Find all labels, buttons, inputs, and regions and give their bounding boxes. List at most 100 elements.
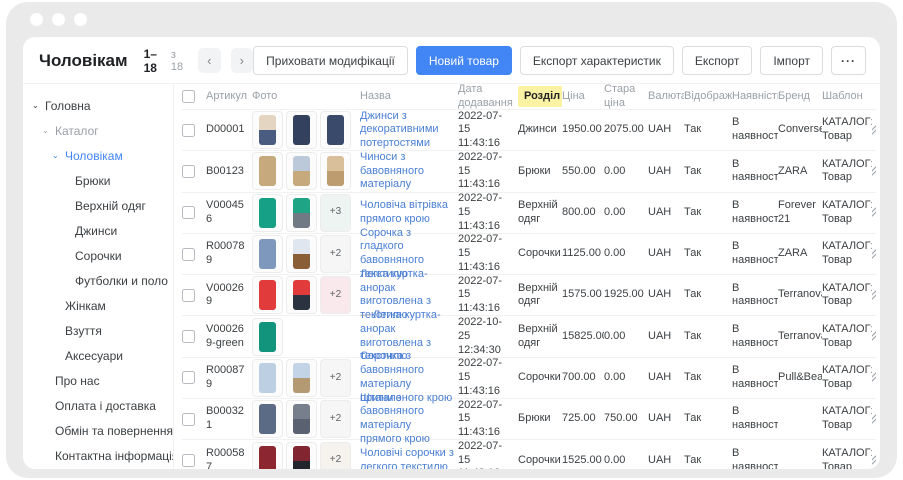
- sidebar-item-10[interactable]: Взуття: [23, 318, 173, 343]
- export-characteristics-button[interactable]: Експорт характеристик: [520, 46, 674, 75]
- sidebar-item-13[interactable]: Оплата і доставка: [23, 393, 173, 418]
- product-display-flag: Так: [684, 165, 732, 179]
- product-photo-thumbnail[interactable]: [286, 359, 317, 397]
- product-photo-thumbnail[interactable]: [252, 359, 283, 397]
- sidebar-item-16[interactable]: Блог: [23, 468, 173, 469]
- export-button[interactable]: Експорт: [682, 46, 752, 75]
- product-photo-thumbnail[interactable]: [286, 276, 317, 314]
- more-photos-badge[interactable]: +2: [320, 442, 351, 469]
- sidebar-item-6[interactable]: Джинси: [23, 218, 173, 243]
- sidebar-item-15[interactable]: Контактна інформація: [23, 443, 173, 468]
- more-actions-button[interactable]: ···: [831, 46, 866, 75]
- product-photo-thumbnail[interactable]: [286, 400, 317, 438]
- product-availability: В наявності: [732, 158, 778, 186]
- sidebar-item-9[interactable]: Жінкам: [23, 293, 173, 318]
- product-photo-thumbnail[interactable]: [286, 442, 317, 469]
- product-display-flag: Так: [684, 330, 732, 344]
- edit-pencil-icon[interactable]: [872, 124, 876, 137]
- product-old-price: 0.00: [604, 247, 648, 261]
- template-line-2: Товар: [822, 213, 868, 227]
- time-value: 11:43:16: [458, 220, 514, 234]
- row-checkbox[interactable]: [182, 371, 195, 384]
- product-photo-thumbnail[interactable]: [252, 400, 283, 438]
- product-photo-thumbnail[interactable]: [252, 194, 283, 232]
- template-line-2: Товар: [822, 171, 868, 185]
- row-checkbox[interactable]: [182, 289, 195, 302]
- sidebar-item-4[interactable]: Брюки: [23, 168, 173, 193]
- products-table: АртикулФотоНазваДата додаванняРозділ⇵Цін…: [173, 84, 880, 469]
- more-photos-badge[interactable]: +2: [320, 359, 351, 397]
- prev-page-button[interactable]: ‹: [198, 48, 221, 73]
- product-display-flag: Так: [684, 247, 732, 261]
- product-name-link[interactable]: Джинси з декоративними потертостями: [360, 110, 439, 149]
- product-photo-thumbnail[interactable]: [286, 152, 317, 190]
- section-sort-header[interactable]: Розділ⇵: [518, 86, 562, 108]
- product-photo-thumbnail[interactable]: [252, 111, 283, 149]
- template-line-2: Товар: [822, 378, 868, 392]
- more-photos-badge[interactable]: +3: [320, 194, 351, 232]
- select-all-checkbox[interactable]: [182, 90, 195, 103]
- product-currency: UAH: [648, 247, 684, 261]
- row-checkbox[interactable]: [182, 330, 195, 343]
- row-checkbox[interactable]: [182, 165, 195, 178]
- row-checkbox-cell: [182, 413, 206, 426]
- new-product-button[interactable]: Новий товар: [416, 46, 512, 75]
- window-dot[interactable]: [30, 13, 43, 26]
- template-line-1: КАТАЛОГ:: [822, 240, 868, 254]
- product-template: КАТАЛОГ:Товар: [822, 447, 872, 469]
- product-photo-thumbnail[interactable]: [320, 152, 351, 190]
- product-price: 550.00: [562, 165, 604, 179]
- hide-modifications-button[interactable]: Приховати модифікації: [253, 46, 408, 75]
- product-name-link[interactable]: Чоловіча вітрівка прямого крою: [360, 199, 448, 225]
- product-name-link[interactable]: Чиноси з бавовняного матеріалу: [360, 151, 424, 191]
- next-page-button[interactable]: ›: [231, 48, 254, 73]
- product-name-link[interactable]: Штани з бавовняного матеріалу прямого кр…: [360, 392, 430, 445]
- row-checkbox[interactable]: [182, 454, 195, 467]
- more-photos-badge[interactable]: +2: [320, 235, 351, 273]
- product-photo-thumbnail[interactable]: [320, 111, 351, 149]
- edit-pencil-icon[interactable]: [872, 248, 876, 261]
- edit-pencil-icon[interactable]: [872, 165, 876, 178]
- product-name-link[interactable]: Чоловічі сорочки з легкого текстилю: [360, 447, 454, 469]
- product-sku: R000789: [206, 240, 252, 268]
- row-checkbox[interactable]: [182, 248, 195, 261]
- edit-pencil-icon[interactable]: [872, 371, 876, 384]
- more-photos-badge[interactable]: +2: [320, 400, 351, 438]
- product-template: КАТАЛОГ:Товар: [822, 116, 872, 144]
- product-photo-thumbnail[interactable]: [286, 111, 317, 149]
- window-dot[interactable]: [74, 13, 87, 26]
- row-checkbox[interactable]: [182, 124, 195, 137]
- product-template: КАТАЛОГ:Товар: [822, 199, 872, 227]
- edit-pencil-icon[interactable]: [872, 413, 876, 426]
- product-currency: UAH: [648, 454, 684, 468]
- sidebar-item-5[interactable]: Верхній одяг: [23, 193, 173, 218]
- row-checkbox[interactable]: [182, 413, 195, 426]
- sidebar-item-3[interactable]: ⌄Чоловікам: [23, 143, 173, 168]
- sidebar-item-11[interactable]: Аксесуари: [23, 343, 173, 368]
- product-photo-thumbnail[interactable]: [252, 235, 283, 273]
- product-photo-thumbnail[interactable]: [252, 318, 283, 356]
- sidebar-item-12[interactable]: Про нас: [23, 368, 173, 393]
- product-brand: Converse: [778, 123, 822, 137]
- edit-pencil-icon[interactable]: [872, 330, 876, 343]
- product-photo-thumbnail[interactable]: [252, 152, 283, 190]
- edit-pencil-icon[interactable]: [872, 206, 876, 219]
- sidebar-item-14[interactable]: Обмін та повернення: [23, 418, 173, 443]
- import-button[interactable]: Імпорт: [760, 46, 823, 75]
- row-checkbox-cell: [182, 330, 206, 343]
- product-photo-thumbnail[interactable]: [252, 276, 283, 314]
- sidebar-item-7[interactable]: Сорочки: [23, 243, 173, 268]
- edit-pencil-icon[interactable]: [872, 289, 876, 302]
- sidebar-item-1[interactable]: ⌄Головна: [23, 93, 173, 118]
- window-dot[interactable]: [52, 13, 65, 26]
- product-photo-thumbnail[interactable]: [286, 235, 317, 273]
- sidebar-item-2[interactable]: ⌄Каталог: [23, 118, 173, 143]
- product-photos: +3: [252, 194, 360, 232]
- row-checkbox[interactable]: [182, 206, 195, 219]
- product-brand: Pull&Bear: [778, 371, 822, 385]
- sidebar-item-8[interactable]: Футболки и поло: [23, 268, 173, 293]
- more-photos-badge[interactable]: +2: [320, 276, 351, 314]
- product-photo-thumbnail[interactable]: [252, 442, 283, 469]
- edit-pencil-icon[interactable]: [872, 454, 876, 467]
- product-photo-thumbnail[interactable]: [286, 194, 317, 232]
